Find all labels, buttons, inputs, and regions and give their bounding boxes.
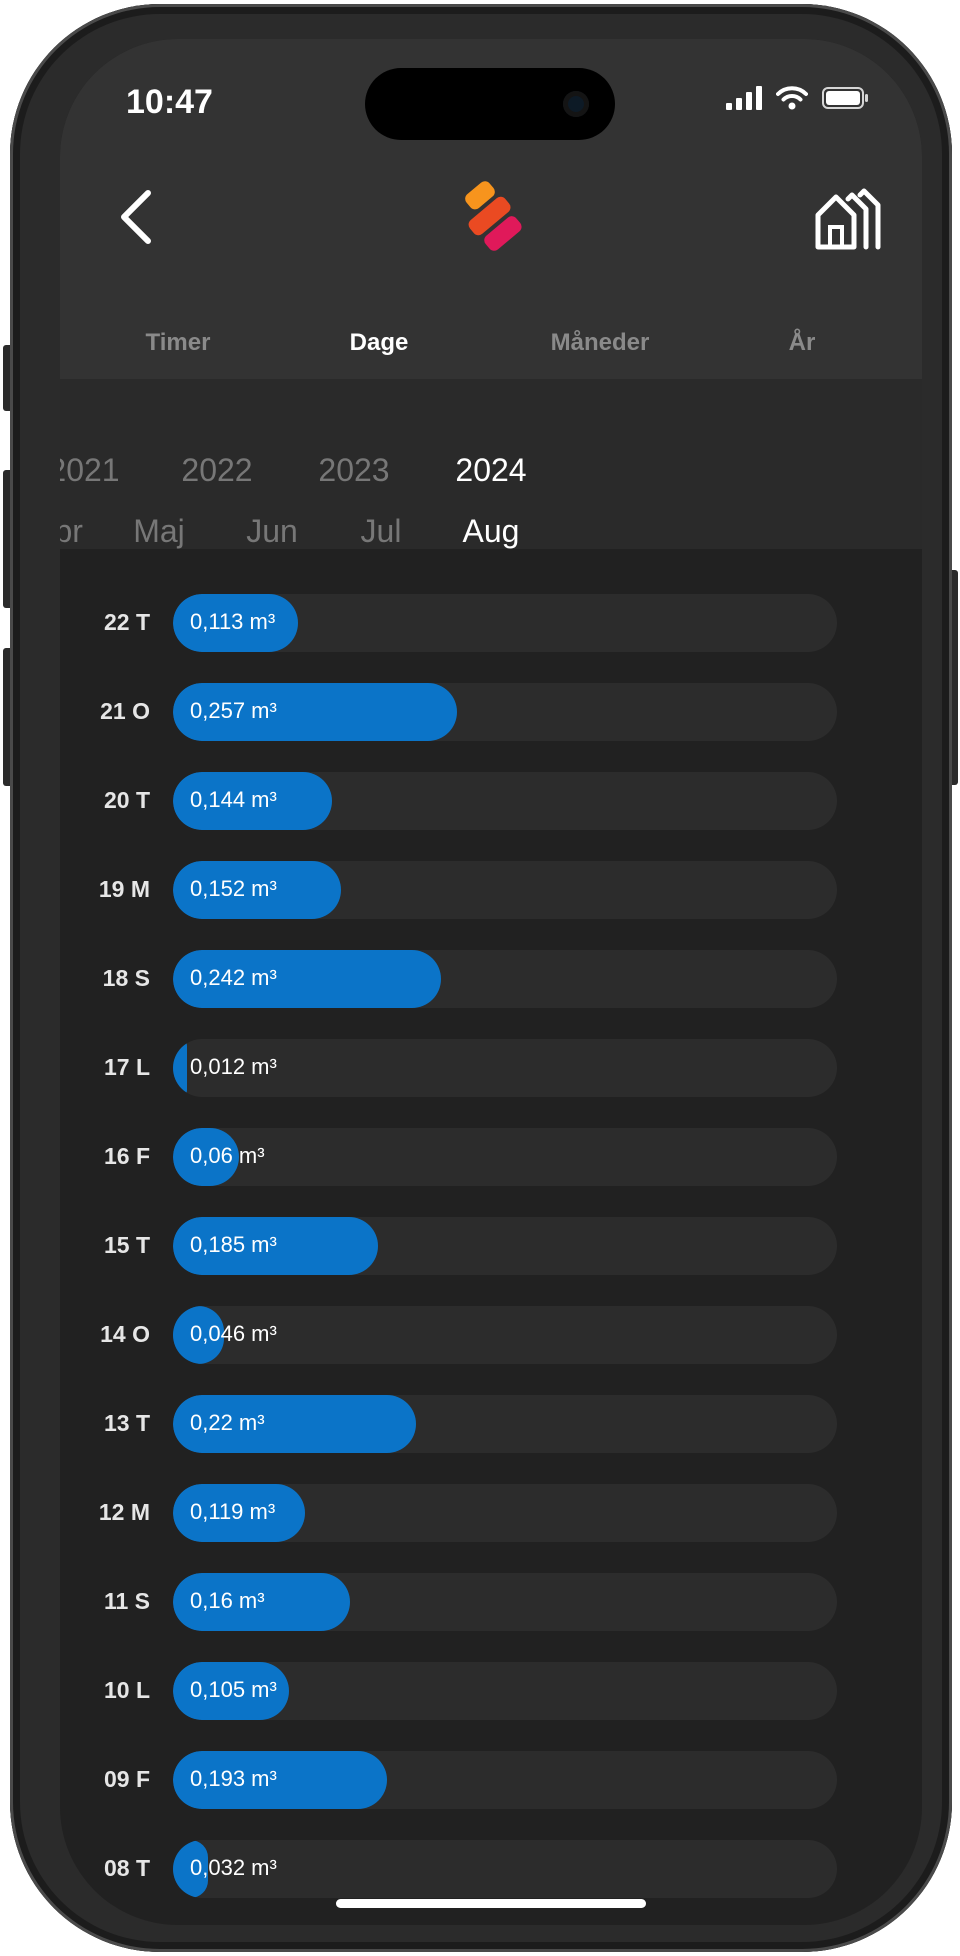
- date-picker: 2021 2022 2023 2024 Apr Maj Jun Jul Aug: [60, 379, 922, 549]
- status-icons: [726, 86, 870, 110]
- consumption-value: 0,06 m³: [190, 1143, 265, 1168]
- day-label: 19 M: [98, 876, 150, 902]
- chevron-left-icon: [121, 190, 151, 244]
- battery-icon: [822, 87, 868, 109]
- table-row[interactable]: 11 S 0,16 m³: [60, 1573, 922, 1631]
- table-row[interactable]: 17 L 0,012 m³: [60, 1039, 922, 1097]
- consumption-value: 0,113 m³: [190, 609, 276, 634]
- app-screen: 10:47 Timer Dage Måneder År 021 2022 202…: [60, 39, 922, 1925]
- year-item[interactable]: 2021: [60, 452, 120, 489]
- table-row[interactable]: 18 S 0,242 m³: [60, 950, 922, 1008]
- cellular-signal-icon: [726, 86, 762, 110]
- year-item[interactable]: 2022: [181, 452, 252, 489]
- month-item-selected[interactable]: Aug: [463, 513, 520, 550]
- back-button[interactable]: [106, 179, 166, 255]
- year-item[interactable]: 2023: [318, 452, 389, 489]
- bar-track: [173, 1128, 837, 1186]
- phone-frame: 10:47 Timer Dage Måneder År 021 2022 202…: [10, 4, 952, 1952]
- tab-aar[interactable]: År: [789, 329, 816, 357]
- day-label: 08 T: [103, 1855, 150, 1881]
- brand-logo: [460, 179, 526, 255]
- day-label: 20 T: [103, 787, 150, 813]
- table-row[interactable]: 13 T 0,22 m³: [60, 1395, 922, 1453]
- front-camera: [563, 91, 589, 117]
- bar-track: [173, 1395, 837, 1453]
- day-label: 14 O: [100, 1321, 150, 1347]
- consumption-value: 0,242 m³: [190, 965, 277, 990]
- day-label: 21 O: [100, 698, 150, 724]
- consumption-value: 0,046 m³: [190, 1321, 277, 1346]
- month-item[interactable]: Maj: [133, 513, 185, 550]
- period-tabs: Timer Dage Måneder År: [60, 329, 922, 379]
- table-row[interactable]: 12 M 0,119 m³: [60, 1484, 922, 1542]
- table-row[interactable]: 10 L 0,105 m³: [60, 1662, 922, 1720]
- month-item[interactable]: Jun: [246, 513, 298, 550]
- month-item[interactable]: Jul: [361, 513, 402, 550]
- consumption-value: 0,119 m³: [190, 1499, 276, 1524]
- wifi-icon: [776, 86, 808, 110]
- day-label: 18 S: [102, 965, 150, 991]
- table-row[interactable]: 19 M 0,152 m³: [60, 861, 922, 919]
- day-label: 16 F: [103, 1143, 150, 1169]
- consumption-bar: [173, 1039, 187, 1097]
- consumption-value: 0,16 m³: [190, 1588, 265, 1613]
- day-label: 15 T: [103, 1232, 150, 1258]
- day-label: 12 M: [98, 1499, 150, 1525]
- home-indicator[interactable]: [336, 1899, 646, 1908]
- consumption-value: 0,105 m³: [190, 1677, 277, 1702]
- consumption-value: 0,22 m³: [190, 1410, 265, 1435]
- day-label: 09 F: [103, 1766, 150, 1792]
- dynamic-island: [365, 68, 615, 140]
- buildings-button[interactable]: [812, 185, 882, 251]
- table-row[interactable]: 20 T 0,144 m³: [60, 772, 922, 830]
- consumption-value: 0,257 m³: [190, 698, 277, 723]
- table-row[interactable]: 14 O 0,046 m³: [60, 1306, 922, 1364]
- day-label: 11 S: [103, 1588, 150, 1614]
- month-item[interactable]: Apr: [60, 513, 83, 550]
- tab-timer[interactable]: Timer: [146, 329, 211, 357]
- day-label: 13 T: [103, 1410, 150, 1436]
- table-row[interactable]: 15 T 0,185 m³: [60, 1217, 922, 1275]
- consumption-value: 0,152 m³: [190, 876, 277, 901]
- table-row[interactable]: 16 F 0,06 m³: [60, 1128, 922, 1186]
- bar-track: [173, 1573, 837, 1631]
- tab-dage[interactable]: Dage: [350, 329, 409, 357]
- table-row[interactable]: 09 F 0,193 m³: [60, 1751, 922, 1809]
- table-row[interactable]: 21 O 0,257 m³: [60, 683, 922, 741]
- consumption-value: 0,032 m³: [190, 1855, 277, 1880]
- table-row[interactable]: 22 T 0,113 m³: [60, 594, 922, 652]
- buildings-icon: [815, 188, 881, 250]
- tab-maaneder[interactable]: Måneder: [551, 329, 650, 357]
- status-time: 10:47: [126, 83, 213, 121]
- day-label: 22 T: [103, 609, 150, 635]
- day-label: 10 L: [103, 1677, 150, 1703]
- consumption-value: 0,012 m³: [190, 1054, 277, 1079]
- table-row[interactable]: 08 T 0,032 m³: [60, 1840, 922, 1898]
- day-label: 17 L: [103, 1054, 150, 1080]
- consumption-value: 0,185 m³: [190, 1232, 277, 1257]
- year-item-selected[interactable]: 2024: [455, 452, 526, 489]
- consumption-value: 0,193 m³: [190, 1766, 277, 1791]
- consumption-value: 0,144 m³: [190, 787, 277, 812]
